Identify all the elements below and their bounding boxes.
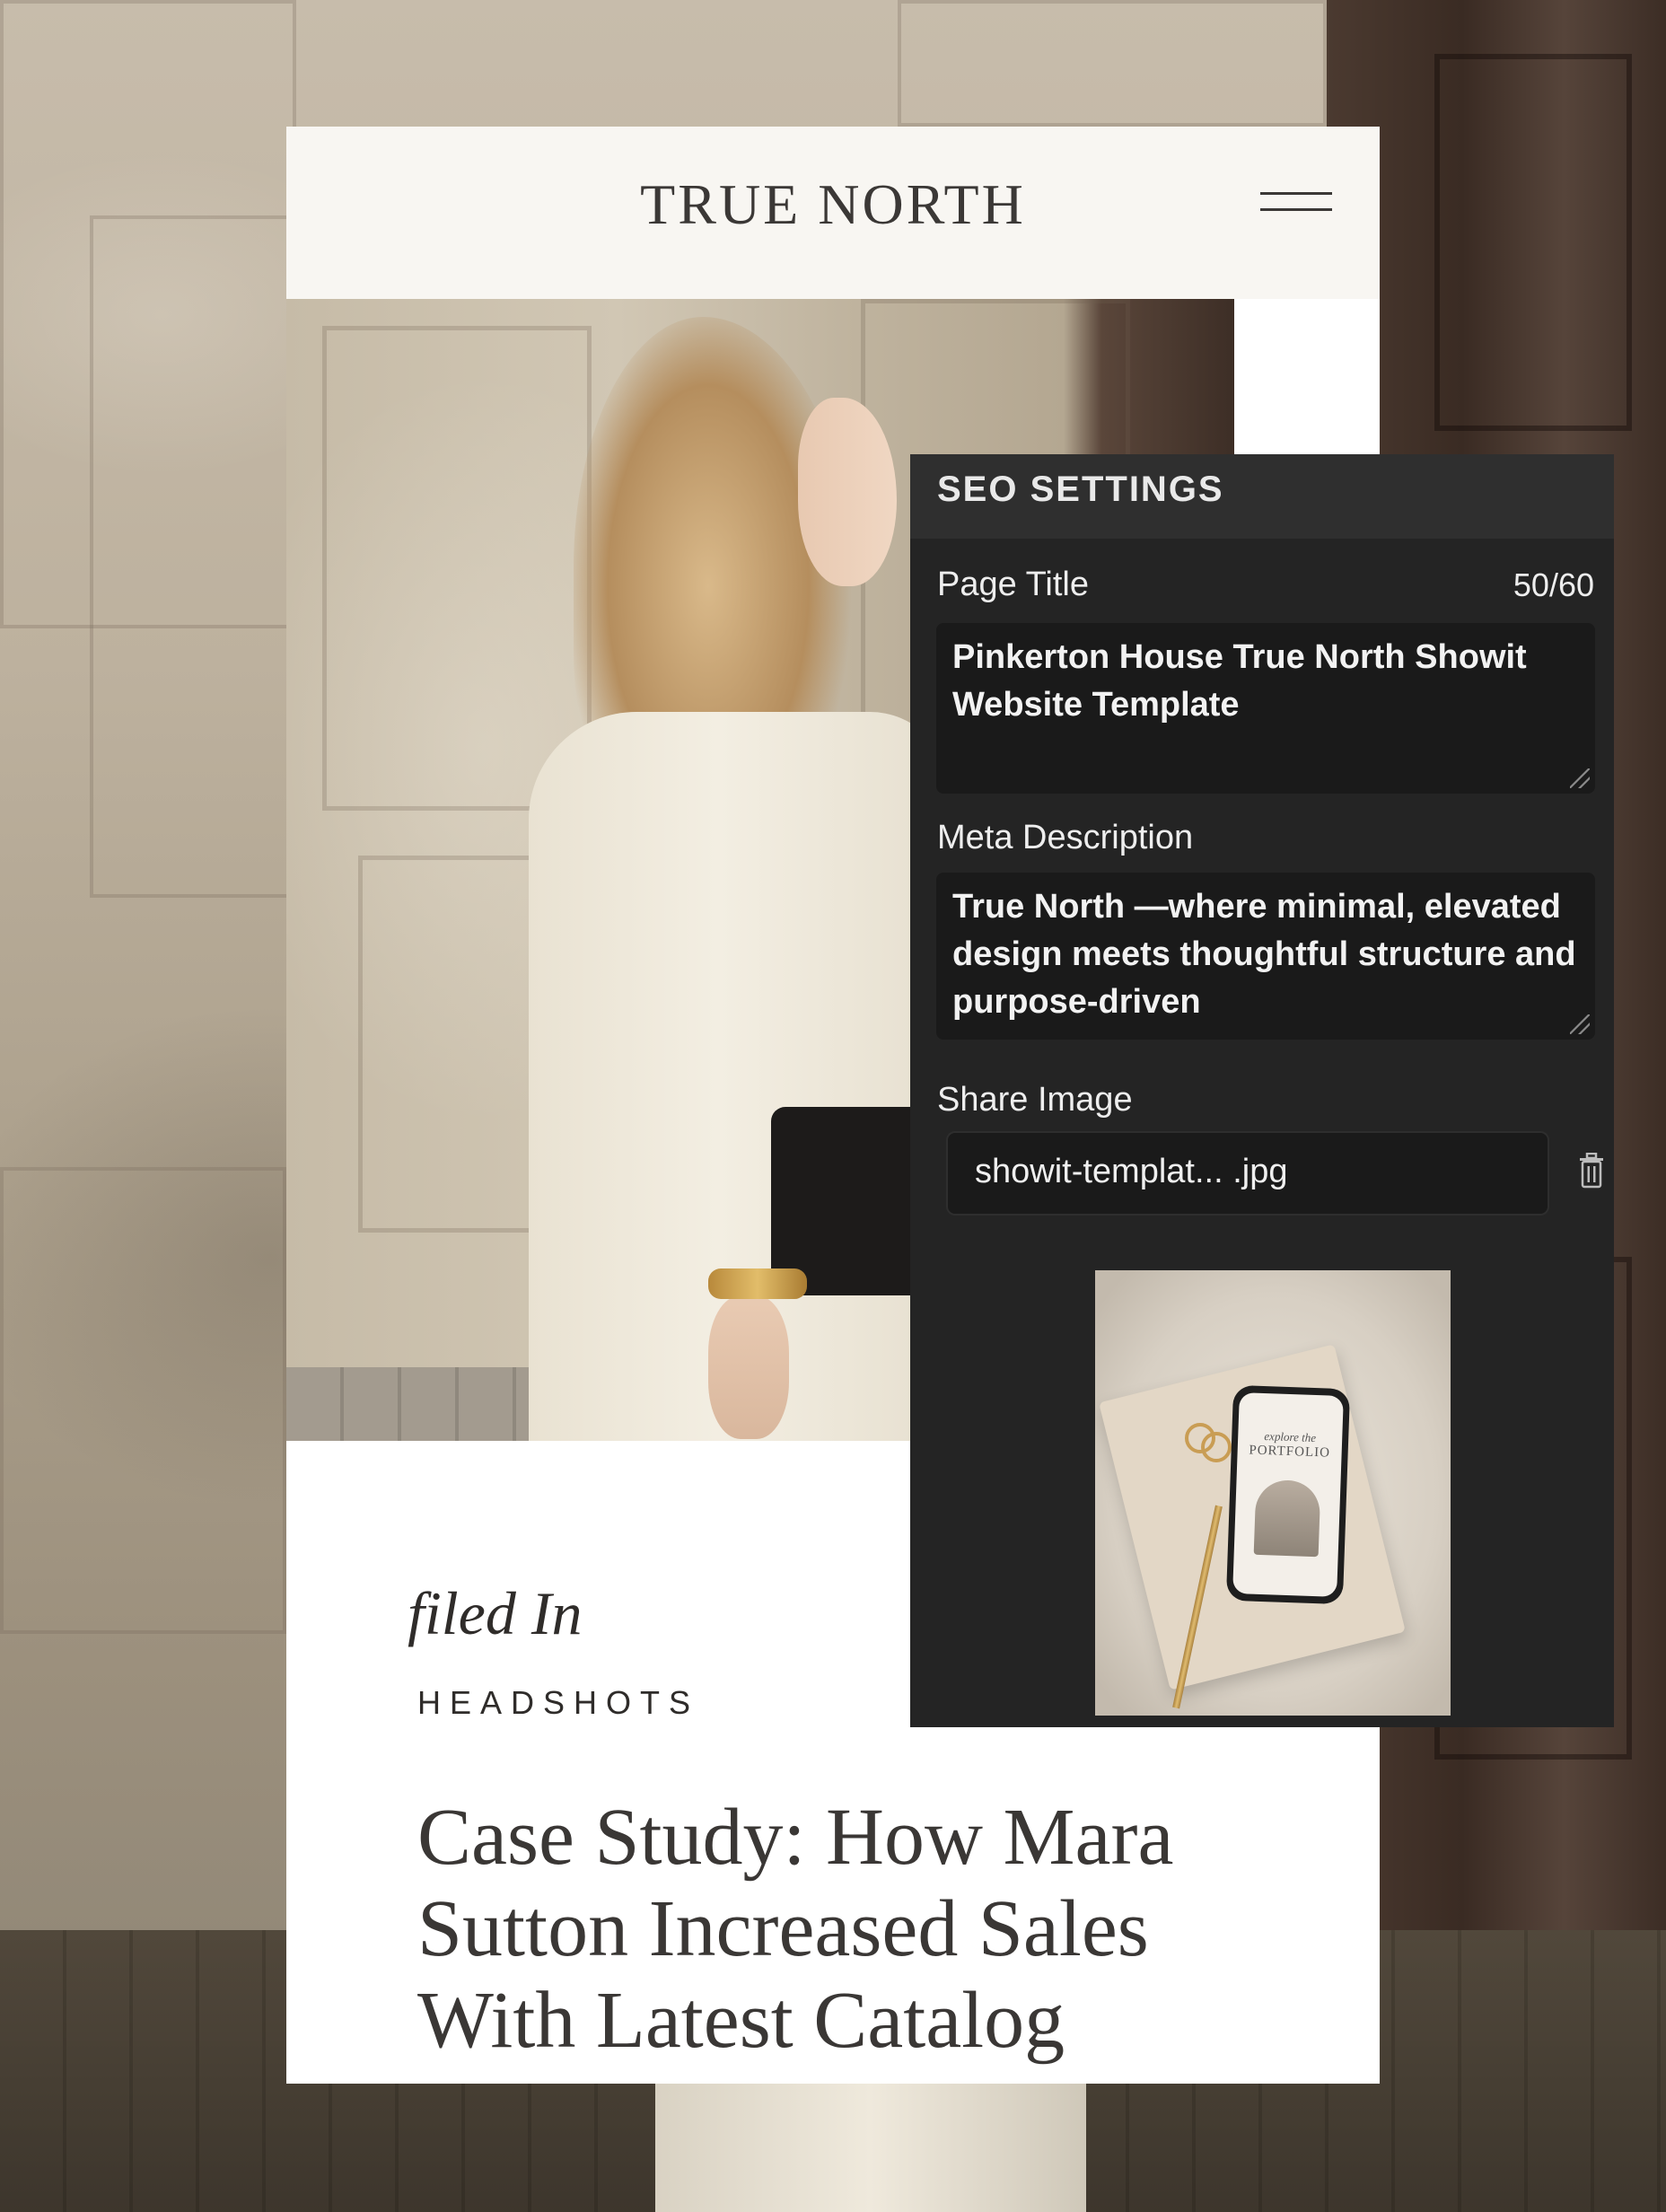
meta-description-label: Meta Description xyxy=(937,819,1194,856)
page-title-value: Pinkerton House True North Showit Websit… xyxy=(952,638,1527,724)
background-model-legs xyxy=(655,2083,1086,2212)
hamburger-menu-icon[interactable] xyxy=(1260,187,1332,217)
site-header: TRUE NORTH xyxy=(286,127,1380,299)
page-title-char-count: 50/60 xyxy=(1513,566,1594,603)
share-image-filename: showit-templat... .jpg xyxy=(975,1153,1288,1190)
category-link[interactable]: HEADSHOTS xyxy=(417,1684,699,1722)
share-image-label: Share Image xyxy=(937,1081,1133,1119)
meta-description-textarea[interactable]: True North —where minimal, elevated desi… xyxy=(936,873,1595,1040)
resize-handle-icon[interactable] xyxy=(1570,1014,1590,1034)
share-image-file[interactable]: showit-templat... .jpg xyxy=(946,1131,1549,1216)
filed-in-label: filed In xyxy=(408,1579,583,1647)
share-image-thumbnail[interactable]: explore the PORTFOLIO xyxy=(1095,1270,1451,1716)
meta-description-value: True North —where minimal, elevated desi… xyxy=(952,888,1576,1021)
resize-handle-icon[interactable] xyxy=(1570,768,1590,788)
phone-portfolio-text: PORTFOLIO xyxy=(1249,1443,1331,1461)
seo-panel-header: SEO SETTINGS xyxy=(910,454,1614,539)
post-title: Case Study: How Mara Sutton Increased Sa… xyxy=(417,1793,1174,2065)
site-brand-logo[interactable]: TRUE NORTH xyxy=(286,171,1380,238)
phone-mockup: explore the PORTFOLIO xyxy=(1225,1384,1351,1605)
seo-settings-panel: SEO SETTINGS Page Title 50/60 Pinkerton … xyxy=(910,454,1614,1727)
seo-panel-title: SEO SETTINGS xyxy=(937,470,1224,509)
trash-icon[interactable] xyxy=(1576,1152,1607,1189)
page-title-label: Page Title xyxy=(937,566,1089,603)
page-title-textarea[interactable]: Pinkerton House True North Showit Websit… xyxy=(936,623,1595,794)
